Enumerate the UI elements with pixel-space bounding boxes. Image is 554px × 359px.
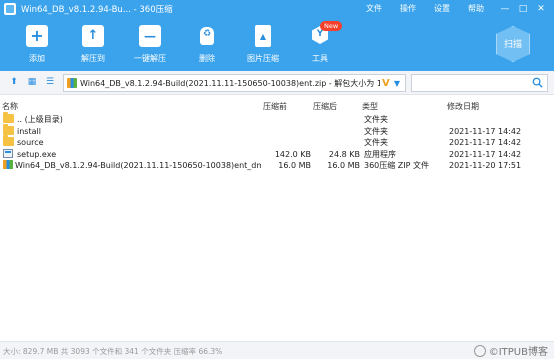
file-type: 应用程序	[364, 149, 396, 159]
v-mark: V	[382, 77, 390, 89]
add-button[interactable]: 添加	[11, 25, 63, 64]
image-compress-label: 图片压缩	[247, 54, 279, 63]
menu-help[interactable]: 帮助	[468, 3, 484, 14]
column-size[interactable]: 压缩前	[263, 101, 287, 112]
folder-icon	[3, 135, 14, 146]
file-type: 360压缩 ZIP 文件	[364, 161, 430, 170]
zip-file-icon	[3, 160, 13, 169]
address-path: Win64_DB_v8.1.2.94-Build(2021.11.11-1506…	[80, 78, 380, 88]
file-size: 142.0 KB	[274, 149, 311, 159]
list-item[interactable]: Win64_DB_v8.1.2.94-Build(2021.11.11-1506…	[0, 160, 554, 172]
app-logo-icon	[4, 2, 16, 15]
new-badge: New	[320, 21, 343, 31]
file-compressed: 16.0 MB	[327, 161, 360, 170]
up-arrow-icon[interactable]: ⬆	[8, 76, 20, 88]
list-header: 名称 压缩前 压缩后 类型 修改日期	[0, 100, 554, 113]
delete-label: 删除	[199, 54, 215, 63]
exe-icon	[3, 148, 13, 158]
file-size: 16.0 MB	[278, 161, 311, 170]
add-label: 添加	[29, 54, 45, 63]
folder-icon	[3, 123, 14, 135]
file-list: .. (上级目录) 文件夹 install 文件夹 2021-11-17 14:…	[0, 112, 554, 172]
extract-to-label: 解压到	[81, 54, 105, 63]
column-compressed[interactable]: 压缩后	[313, 101, 337, 112]
file-name: install	[17, 126, 41, 136]
image-compress-icon	[252, 25, 274, 47]
extract-to-button[interactable]: 解压到	[67, 25, 119, 64]
watermark-text: ©ITPUB博客	[488, 347, 548, 358]
file-name: source	[17, 138, 44, 147]
window-title: Win64_DB_v8.1.2.94-Bu... - 360压缩	[21, 4, 173, 15]
grid-view-icon[interactable]: ▦	[26, 76, 38, 88]
one-click-extract-label: 一键解压	[134, 54, 166, 63]
extract-icon	[82, 25, 104, 47]
list-item[interactable]: install 文件夹 2021-11-17 14:42	[0, 123, 554, 138]
address-row: ⬆ ▦ ☰ Win64_DB_v8.1.2.94-Build(2021.11.1…	[0, 71, 554, 95]
list-item[interactable]: setup.exe 142.0 KB 24.8 KB 应用程序 2021-11-…	[0, 148, 554, 161]
close-button[interactable]: ✕	[532, 4, 550, 14]
add-icon	[26, 25, 48, 47]
minimize-button[interactable]: —	[496, 4, 514, 14]
watermark: ©ITPUB博客	[473, 343, 548, 358]
delete-button[interactable]: 删除	[181, 25, 233, 64]
zip-icon	[67, 78, 77, 88]
delete-icon	[196, 25, 218, 47]
file-name: .. (上级目录)	[17, 115, 63, 124]
watermark-logo-icon	[473, 344, 486, 357]
title-bar: Win64_DB_v8.1.2.94-Bu... - 360压缩 文件 操作 设…	[0, 0, 554, 17]
status-bar: 大小: 829.7 MB 共 3093 个文件和 341 个文件夹 压缩率 66…	[0, 341, 554, 359]
toolbar: 添加 解压到 一键解压 删除 图片压缩 工具 New 扫描	[0, 17, 554, 71]
tools-label: 工具	[312, 54, 328, 63]
file-modified: 2021-11-17 14:42	[449, 138, 522, 147]
column-name[interactable]: 名称	[2, 101, 18, 112]
chevron-down-icon[interactable]: ▼	[394, 79, 400, 88]
file-type: 文件夹	[364, 138, 388, 147]
image-compress-button[interactable]: 图片压缩	[237, 25, 289, 64]
search-icon[interactable]	[532, 77, 543, 88]
column-type[interactable]: 类型	[362, 101, 378, 112]
list-item[interactable]: source 文件夹 2021-11-17 14:42	[0, 135, 554, 149]
one-click-extract-icon	[139, 25, 161, 47]
file-compressed: 24.8 KB	[328, 149, 360, 159]
one-click-extract-button[interactable]: 一键解压	[124, 25, 176, 64]
menu-bar: 文件 操作 设置 帮助	[348, 0, 484, 17]
list-item[interactable]: .. (上级目录) 文件夹	[0, 112, 554, 126]
search-input[interactable]	[411, 74, 548, 92]
file-type: 文件夹	[364, 115, 388, 124]
menu-operation[interactable]: 操作	[400, 3, 416, 14]
column-modified[interactable]: 修改日期	[447, 101, 479, 112]
status-text: 大小: 829.7 MB 共 3093 个文件和 341 个文件夹 压缩率 66…	[3, 347, 223, 356]
file-name: setup.exe	[17, 149, 57, 159]
file-type: 文件夹	[364, 126, 388, 136]
file-modified: 2021-11-17 14:42	[449, 149, 522, 159]
menu-file[interactable]: 文件	[366, 3, 382, 14]
window-controls: — □ ✕	[496, 0, 550, 17]
file-modified: 2021-11-17 14:42	[449, 126, 522, 136]
maximize-button[interactable]: □	[514, 4, 532, 14]
address-field[interactable]: Win64_DB_v8.1.2.94-Build(2021.11.11-1506…	[63, 74, 406, 92]
menu-settings[interactable]: 设置	[434, 3, 450, 14]
folder-icon	[3, 112, 14, 123]
scan-button[interactable]: 扫描	[496, 26, 530, 62]
list-view-icon[interactable]: ☰	[44, 76, 56, 88]
file-modified: 2021-11-20 17:51	[449, 161, 522, 170]
